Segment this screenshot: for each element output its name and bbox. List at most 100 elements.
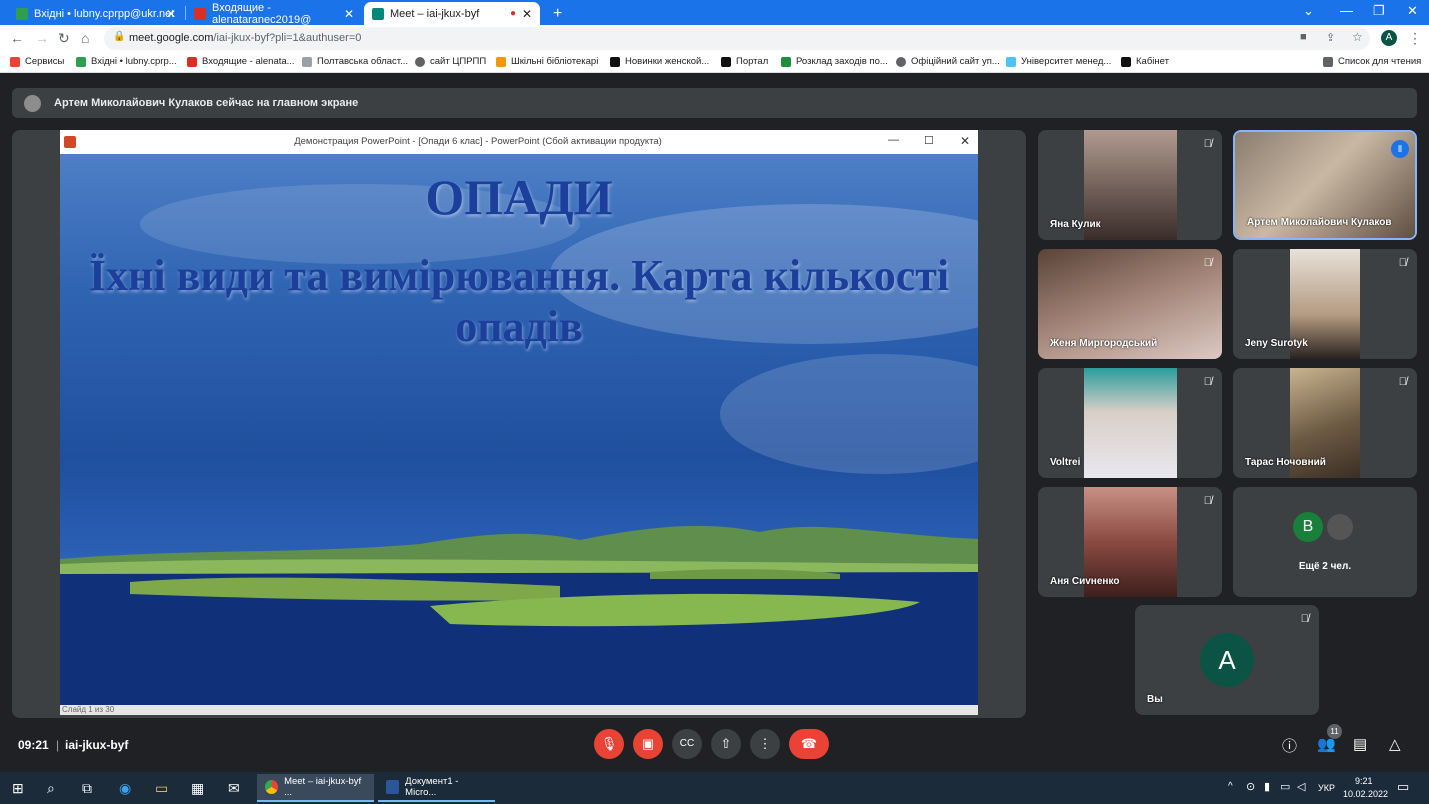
chat-icon[interactable]: ▤	[1353, 735, 1367, 753]
presenter-avatar	[24, 95, 41, 112]
participant-name: Яна Кулик	[1050, 219, 1101, 230]
chevron-up-icon[interactable]: ^	[1228, 781, 1233, 792]
share-icon[interactable]: ⇪	[1326, 31, 1335, 44]
banner-text: Артем Миколайович Кулаков сейчас на глав…	[54, 97, 359, 109]
close-icon[interactable]: ✕	[522, 7, 532, 21]
camera-toggle-button[interactable]: ▣	[633, 729, 663, 759]
language-indicator[interactable]: УКР	[1318, 783, 1335, 793]
more-participants-tile[interactable]: B Ещё 2 чел.	[1233, 487, 1417, 597]
taskbar-app-chrome[interactable]: Meet – iai-jkux-byf ...	[257, 774, 374, 802]
present-button[interactable]: ⇧	[711, 729, 741, 759]
bookmark-cabinet[interactable]: Кабінет	[1121, 56, 1169, 67]
end-call-button[interactable]: ☎	[789, 729, 829, 759]
mail-icon	[76, 56, 86, 67]
bookmark-novinki[interactable]: Новинки женской...	[610, 56, 709, 67]
participant-tile[interactable]: 🎙̸ Тарас Ночовний	[1233, 368, 1417, 478]
tab-meet[interactable]: Meet – iai-jkux-byf ● ✕	[364, 2, 540, 25]
close-icon[interactable]: ✕	[344, 7, 354, 21]
camera-icon[interactable]: ■	[1300, 31, 1307, 43]
mic-toggle-button[interactable]: 🎙	[594, 729, 624, 759]
more-options-button[interactable]: ⋮	[750, 729, 780, 759]
new-tab-button[interactable]: +	[545, 2, 570, 25]
bookmark-librarians[interactable]: Шкільні бібліотекарі	[496, 56, 598, 67]
bookmark-services[interactable]: Сервисы	[10, 56, 64, 67]
forward-icon[interactable]: →	[35, 30, 49, 46]
bookmark-official[interactable]: Офіційний сайт уп...	[896, 56, 1000, 67]
bookmark-label: Офіційний сайт уп...	[911, 56, 1000, 67]
maximize-icon[interactable]: ☐	[924, 134, 934, 147]
profile-avatar[interactable]: A	[1381, 30, 1397, 46]
mic-off-icon: 🎙̸	[1398, 376, 1407, 388]
speaking-indicator-icon: ⦀	[1391, 140, 1409, 158]
more-participants-label: Ещё 2 чел.	[1298, 561, 1352, 572]
participant-video	[1084, 368, 1177, 478]
mic-off-icon: 🎙̸	[1203, 376, 1212, 388]
tab-label: Meet – iai-jkux-byf	[390, 7, 480, 20]
meeting-code: iai-jkux-byf	[65, 738, 129, 752]
back-icon[interactable]: ←	[10, 30, 24, 46]
home-icon[interactable]: ⌂	[81, 30, 89, 46]
address-bar[interactable]: 🔒 meet.google.com/iai-jkux-byf?pli=1&aut…	[104, 27, 1370, 50]
info-icon[interactable]: ⓘ	[1282, 735, 1297, 756]
restore-icon[interactable]: ❐	[1373, 3, 1385, 19]
participant-tile-speaking[interactable]: ⦀ Артем Миколайович Кулаков	[1233, 130, 1417, 240]
minimize-icon[interactable]: —	[1340, 3, 1353, 18]
menu-dots-icon[interactable]: ⋮	[1408, 30, 1422, 47]
participant-tile[interactable]: 🎙̸ Аня Сиvненко	[1038, 487, 1222, 597]
globe-icon	[415, 56, 425, 67]
file-explorer-icon[interactable]: ▭	[155, 780, 168, 797]
powerpoint-titlebar: Демонстрация PowerPoint - [Опади 6 клас]…	[60, 130, 978, 154]
tab-gmail[interactable]: Входящие - alenataranec2019@ ✕	[186, 2, 362, 26]
network-icon[interactable]: ⊙	[1246, 780, 1255, 793]
reload-icon[interactable]: ↻	[58, 30, 70, 47]
bookmark-schedule[interactable]: Розклад заходів по...	[781, 56, 888, 67]
windows-start-icon[interactable]: ⊞	[12, 780, 24, 797]
mail-icon	[16, 7, 28, 20]
edge-icon[interactable]: ◉	[119, 780, 131, 797]
bookmark-university[interactable]: Університет менед...	[1006, 56, 1111, 67]
participant-tile[interactable]: 🎙̸ Женя Миргородський	[1038, 249, 1222, 359]
site-icon	[610, 56, 620, 67]
reading-list[interactable]: Список для чтения	[1323, 56, 1421, 67]
sheets-icon	[781, 56, 791, 67]
close-icon[interactable]: ✕	[166, 7, 176, 21]
bookmark-cprpp[interactable]: сайт ЦПРПП	[415, 56, 486, 67]
lock-icon: 🔒	[113, 31, 126, 42]
bookmark-ukrnet[interactable]: Вхідні • lubny.cprp...	[76, 56, 177, 67]
bookmark-star-icon[interactable]: ☆	[1352, 30, 1363, 44]
taskbar-app-word[interactable]: Документ1 - Micro...	[378, 774, 495, 802]
chrome-icon	[265, 780, 279, 794]
activities-icon[interactable]: △	[1389, 735, 1401, 753]
bookmark-poltava[interactable]: Полтавська област...	[302, 56, 408, 67]
close-icon[interactable]: ✕	[960, 134, 970, 148]
reading-list-label: Список для чтения	[1338, 56, 1422, 67]
participant-tile[interactable]: 🎙̸ Яна Кулик	[1038, 130, 1222, 240]
participant-tile[interactable]: 🎙̸ Jeny Surotyk	[1233, 249, 1417, 359]
participant-name: Артем Миколайович Кулаков	[1247, 217, 1392, 228]
tab-ukr-net[interactable]: Вхідні • lubny.cprpp@ukr.net ✕	[8, 2, 184, 25]
minimize-icon[interactable]: —	[888, 134, 899, 146]
landscape-image	[60, 184, 978, 705]
self-tile[interactable]: A 🎙̸ Вы	[1135, 605, 1319, 715]
task-view-icon[interactable]: ⧉	[82, 780, 92, 797]
mic-tray-icon[interactable]: ▮	[1264, 780, 1270, 793]
mail-icon[interactable]: ✉	[228, 780, 240, 797]
search-icon[interactable]: ⌕	[47, 780, 55, 797]
notifications-icon[interactable]: ▭	[1397, 779, 1409, 795]
participant-name: Вы	[1147, 694, 1163, 705]
url-path: /iai-jkux-byf?pli=1&authuser=0	[213, 32, 362, 44]
taskbar-app-label: Документ1 - Micro...	[405, 776, 459, 798]
recording-dot-icon: ●	[509, 8, 516, 19]
tab-search-icon[interactable]: ⌄	[1303, 3, 1314, 19]
participant-tile[interactable]: 🎙̸ Voltrei	[1038, 368, 1222, 478]
battery-icon[interactable]: ▭	[1280, 780, 1290, 793]
bookmark-label: Сервисы	[25, 56, 65, 67]
volume-icon[interactable]: ◁	[1297, 780, 1305, 793]
bookmark-gmail[interactable]: Входящие - alenata...	[187, 56, 295, 67]
store-icon[interactable]: ▦	[191, 780, 204, 797]
taskbar-date: 10.02.2022	[1343, 789, 1389, 799]
close-window-icon[interactable]: ✕	[1407, 3, 1418, 19]
bookmark-portal[interactable]: Портал	[721, 56, 768, 67]
participant-avatar: B	[1293, 512, 1323, 542]
captions-button[interactable]: CC	[672, 729, 702, 759]
